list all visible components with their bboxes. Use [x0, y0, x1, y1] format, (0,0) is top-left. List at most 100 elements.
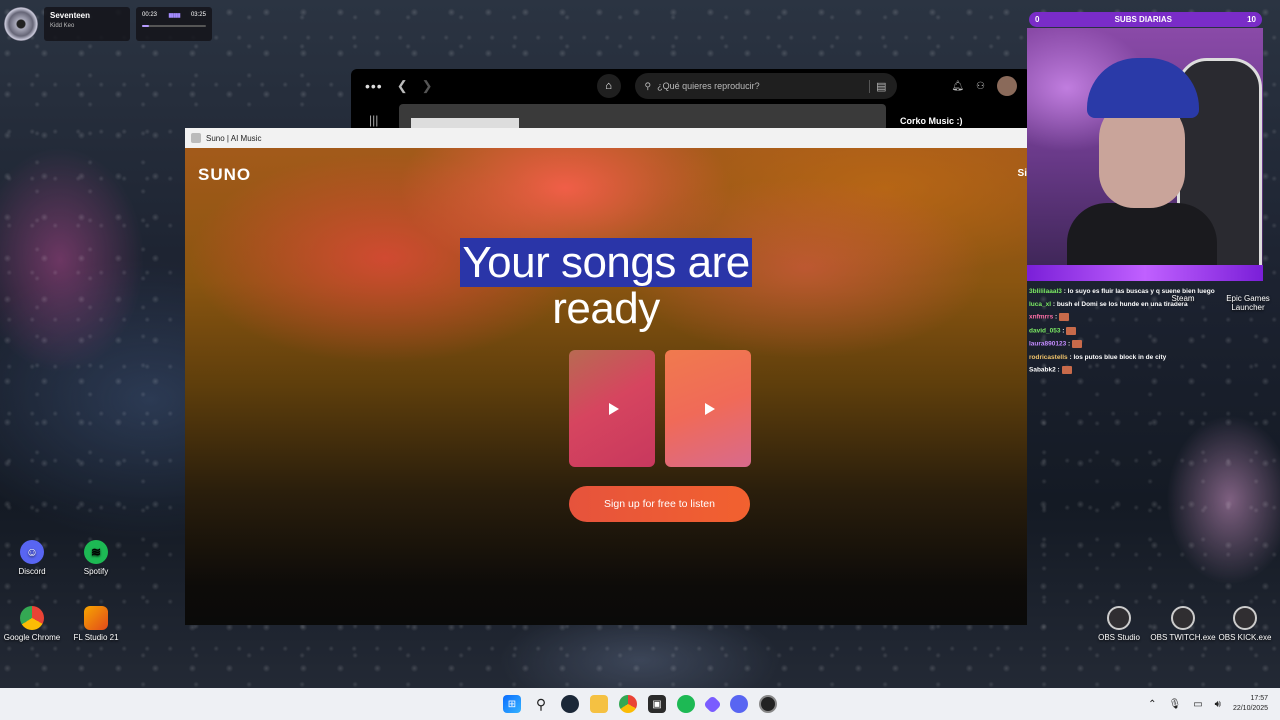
library-icon[interactable]: ||| — [369, 113, 378, 127]
taskbar-search-button[interactable]: ⚲ — [532, 695, 550, 713]
desktop-icon-label: FL Studio 21 — [73, 633, 119, 642]
desktop-icon-chrome[interactable]: Google Chrome — [0, 606, 67, 642]
spotify-icon: ≋ — [84, 540, 108, 564]
terminal-icon: ▣ — [652, 698, 662, 710]
obs-icon — [1171, 606, 1195, 630]
menu-dots-icon[interactable]: ••• — [365, 78, 383, 94]
home-button[interactable]: ⌂ — [596, 74, 621, 98]
desktop-icon-label: Spotify — [83, 567, 109, 576]
equalizer-icon: ▮▮▮▮▮ — [168, 13, 180, 19]
favicon-icon — [191, 133, 201, 143]
chat-message: laura890123 : — [1029, 340, 1229, 348]
sign-in-link[interactable]: Si — [1018, 168, 1027, 179]
back-arrow-icon[interactable]: ❮ — [397, 78, 408, 94]
clock-time: 17:57 — [1250, 695, 1268, 702]
friends-icon[interactable]: ⚇ — [976, 81, 985, 92]
obs-icon — [1233, 606, 1257, 630]
track-artist: Kidd Keo — [50, 23, 75, 29]
taskbar-steam[interactable] — [561, 695, 579, 713]
subs-goal-bar: 0 SUBS DIARIAS 10 — [1029, 12, 1262, 27]
emote-icon — [1066, 326, 1077, 335]
taskbar: ⊞ ⚲ ▣ ⌃ 🎙︎ ▭ 🔊︎ 17:57 22/10/2025 — [0, 688, 1280, 720]
taskbar-clock[interactable]: 17:57 22/10/2025 — [1233, 694, 1268, 714]
desktop-icon-label: OBS TWITCH.exe — [1150, 633, 1216, 642]
page-headline: Your songs are ready — [185, 238, 1027, 333]
search-icon: ⚲ — [644, 80, 652, 91]
play-icon — [608, 402, 619, 415]
chat-message: rodricastells : los putos blue block in … — [1029, 353, 1167, 361]
taskbar-chrome[interactable] — [619, 695, 637, 713]
clock-date: 22/10/2025 — [1232, 705, 1268, 712]
song-card-2[interactable] — [665, 350, 751, 467]
desktop-icon-spotify[interactable]: ≋ Spotify — [61, 540, 131, 576]
chat-message: xnfmrrs : — [1029, 313, 1229, 321]
song-card-1[interactable] — [569, 350, 655, 467]
taskbar-terminal[interactable]: ▣ — [648, 695, 666, 713]
chat-message: david_053 : — [1029, 326, 1229, 335]
webcam-feed — [1027, 28, 1263, 281]
current-time: 00:23 — [142, 12, 158, 18]
chat-text: los putos blue block in de city — [1073, 353, 1167, 361]
desktop-icon-obs-kick[interactable]: OBS KICK.exe — [1210, 606, 1280, 642]
search-bar[interactable]: ⚲ ▤ — [634, 73, 897, 99]
search-input[interactable] — [657, 81, 864, 91]
chevron-up-icon[interactable]: ⌃ — [1148, 699, 1156, 710]
emote-icon — [1061, 366, 1072, 374]
headline-rest: ready — [552, 284, 660, 333]
now-playing-info: Seventeen Kidd Keo — [44, 7, 130, 41]
total-time: 03:25 — [190, 12, 206, 18]
obs-icon — [1107, 606, 1131, 630]
webcam-frame-strip — [1027, 265, 1263, 281]
desktop-icon-epic[interactable]: Epic Games Launcher — [1213, 282, 1280, 312]
right-panel-title: Corko Music :) — [900, 116, 963, 126]
volume-icon[interactable]: 🔊︎ — [1215, 699, 1221, 710]
home-icon: ⌂ — [605, 80, 612, 92]
chat-username: luca_xl — [1029, 300, 1052, 308]
spotify-window[interactable]: ••• ❮ ❯ ⌂ ⚲ ▤ 🔔︎ ⚇ ||| Corko Music :) — [351, 69, 1031, 131]
taskbar-spotify[interactable] — [677, 695, 695, 713]
suno-browser-window[interactable]: Suno | AI Music SUNO Si Your songs are r… — [185, 128, 1027, 625]
browse-icon[interactable]: ▤ — [869, 79, 887, 93]
desktop-icon-discord[interactable]: ☺ Discord — [0, 540, 67, 576]
progress-bar — [142, 25, 206, 27]
suno-logo[interactable]: SUNO — [198, 165, 251, 185]
taskbar-obs[interactable] — [759, 695, 777, 713]
vinyl-disc-icon — [4, 7, 38, 41]
desktop-icon-fl-studio[interactable]: FL Studio 21 — [61, 606, 131, 642]
emote-icon — [1072, 340, 1083, 348]
forward-arrow-icon[interactable]: ❯ — [422, 78, 433, 94]
suno-page: SUNO Si Your songs are ready Sign up for… — [185, 148, 1027, 625]
start-button[interactable]: ⊞ — [503, 695, 521, 713]
desktop-icon-label: Google Chrome — [3, 633, 61, 642]
fl-studio-icon — [84, 606, 108, 630]
window-titlebar[interactable]: Suno | AI Music — [185, 128, 1027, 148]
taskbar-discord[interactable] — [730, 695, 748, 713]
desktop-icon-label: OBS KICK.exe — [1218, 633, 1272, 642]
desktop-icon-obs[interactable]: OBS Studio — [1084, 606, 1154, 642]
desktop-icon-obs-twitch[interactable]: OBS TWITCH.exe — [1148, 606, 1218, 642]
streamer-cap — [1087, 58, 1199, 118]
signup-button[interactable]: Sign up for free to listen — [569, 486, 750, 522]
chat-username: Sababk2 — [1029, 366, 1056, 374]
desktop-icon-label: Epic Games Launcher — [1226, 294, 1270, 312]
headline-highlighted: Your songs are — [460, 238, 752, 287]
chrome-icon — [20, 606, 44, 630]
desktop-icon-label: Discord — [18, 567, 46, 576]
play-icon — [704, 402, 715, 415]
emote-icon — [1059, 313, 1069, 321]
taskbar-file-explorer[interactable] — [590, 695, 608, 713]
taskbar-app-diamond[interactable] — [703, 694, 722, 714]
chat-username: rodricastells — [1029, 353, 1068, 361]
chat-username: laura890123 — [1029, 340, 1067, 348]
track-progress-box: 00:23 ▮▮▮▮▮ 03:25 — [136, 7, 212, 41]
bell-icon[interactable]: 🔔︎ — [951, 81, 964, 92]
network-icon[interactable]: ▭ — [1193, 699, 1202, 710]
system-tray: ⌃ 🎙︎ ▭ 🔊︎ 17:57 22/10/2025 — [1148, 694, 1268, 714]
chat-username: 3blililaaal3 — [1029, 288, 1062, 295]
chat-username: xnfmrrs — [1029, 313, 1054, 321]
microphone-icon[interactable]: 🎙︎ — [1168, 699, 1181, 710]
desktop-icon-steam[interactable]: Steam — [1148, 282, 1218, 303]
avatar[interactable] — [997, 76, 1017, 96]
subs-label: SUBS DIARIAS — [1114, 15, 1172, 24]
subs-current: 0 — [1035, 15, 1040, 24]
